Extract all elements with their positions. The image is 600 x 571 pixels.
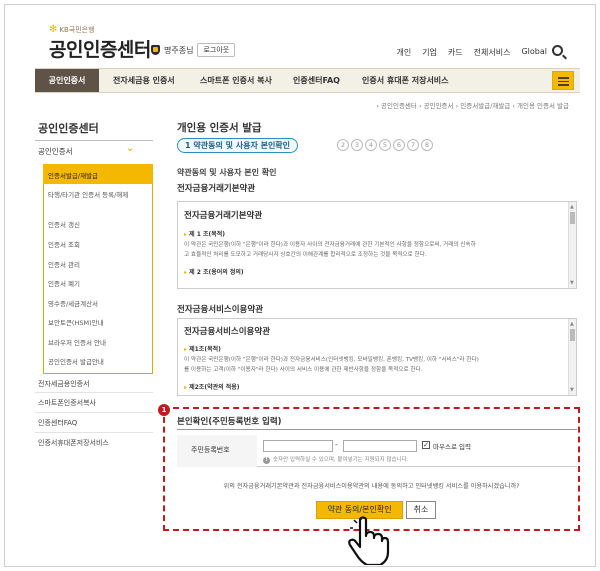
terms1-heading: 전자금융거래기본약관	[177, 184, 256, 194]
step-badge: 1	[158, 404, 170, 416]
breadcrumb: › 공인인증센터 › 공인인증서 › 인증서발급/재발급 › 개인용 인증서 발…	[376, 102, 569, 110]
step-7: 7	[407, 139, 419, 151]
nav-personal[interactable]: 개인	[396, 47, 411, 58]
scroll-thumb[interactable]	[570, 212, 575, 224]
gnb-faq[interactable]: 인증센터FAQ	[293, 69, 340, 92]
scroll-up-icon[interactable]: ▲	[570, 321, 574, 327]
divider	[35, 140, 153, 141]
rrn-hint-text: 숫자만 입력하실 수 있으며, 붙여넣기는 지원되지 않습니다.	[273, 457, 409, 463]
chevron-down-icon[interactable]: ⌄	[126, 143, 134, 154]
sidebar-item-phone-storage[interactable]: 인증서휴대폰저장서비스	[38, 438, 109, 448]
verify-title: 본인확인(주민등록번호 입력)	[177, 417, 282, 427]
step-3: 3	[351, 139, 363, 151]
step-8: 8	[421, 139, 433, 151]
rrn-label: 주민등록번호	[177, 435, 257, 467]
sidebar-item-tax[interactable]: 전자세금용인증서	[38, 379, 90, 389]
scrollbar[interactable]: ▲ ▼	[568, 319, 576, 395]
rrn-back-input[interactable]	[343, 440, 417, 452]
terms2-box-title: 전자금융서비스이용약관	[184, 327, 271, 337]
sidebar-item-certificate[interactable]: 공인인증서	[38, 146, 73, 157]
gnb-certificate[interactable]: 공인인증서	[35, 69, 99, 92]
submenu-manage[interactable]: 인증서 관리	[48, 259, 80, 269]
site-title[interactable]: 공인인증센터	[49, 35, 151, 62]
cancel-button[interactable]: 취소	[406, 501, 436, 519]
divider	[35, 432, 153, 433]
user-info: 명주종님 로그아웃	[151, 43, 236, 57]
section-heading: 약관동의 및 사용자 본인 확인	[177, 168, 277, 177]
divider	[35, 412, 153, 413]
nav-business[interactable]: 기업	[422, 47, 437, 58]
submenu-issue[interactable]: 인증서발급/재발급	[43, 164, 153, 184]
scrollbar[interactable]: ▲ ▼	[568, 202, 576, 288]
sidebar-title: 공인인증센터	[38, 122, 99, 135]
submenu-register[interactable]: 타행/타기관 인증서 등록/해제	[48, 190, 144, 201]
user-name: 명주종님	[164, 45, 194, 55]
nav-global[interactable]: Global	[521, 47, 547, 58]
step-4: 4	[365, 139, 377, 151]
scroll-thumb[interactable]	[570, 329, 575, 341]
rrn-separator: -	[335, 440, 338, 449]
terms2-text: 이 약관은 국민은행(이하 "은행"이라 한다)과 전자금융서비스(인터넷뱅킹,…	[184, 357, 479, 363]
submenu-hsm[interactable]: 보안토큰(HSM)안내	[48, 317, 104, 327]
submenu-guide[interactable]: 공인인증서 발급안내	[48, 356, 104, 366]
step-5: 5	[379, 139, 391, 151]
terms1-article1: 제 1 조(목적)	[184, 229, 225, 238]
submenu-receipt[interactable]: 영수증/세금계산서	[48, 298, 98, 308]
scroll-down-icon[interactable]: ▼	[570, 280, 574, 286]
terms2-article1: 제1조(목적)	[184, 344, 221, 353]
gnb-smartphone-copy[interactable]: 스마트폰 인증서 복사	[200, 69, 272, 92]
divider	[35, 392, 153, 393]
search-icon[interactable]	[552, 45, 563, 56]
mouse-input-checkbox[interactable]: ✓	[422, 441, 430, 449]
terms1-text: 고 효율적인 처리를 도모하고 거래당사자 상호간의 이해관계를 합리적으로 조…	[184, 252, 427, 258]
submenu-revoke[interactable]: 인증서 폐기	[48, 278, 80, 288]
terms1-text: 이 약관은 국민은행(이하 "은행"이라 한다)과 이용자 사이의 전자금융거래…	[184, 242, 476, 248]
bank-name: KB국민은행	[59, 25, 95, 34]
submenu-lookup[interactable]: 인증서 조회	[48, 239, 80, 249]
nav-all-services[interactable]: 전체서비스	[474, 47, 511, 58]
step-indicators: 2 3 4 5 6 7 8	[337, 139, 433, 151]
rrn-hint: ! 숫자만 입력하실 수 있으며, 붙여넣기는 지원되지 않습니다.	[263, 455, 408, 464]
global-nav: 공인인증서 전자세금용 인증서 스마트폰 인증서 복사 인증센터FAQ 인증서 …	[35, 68, 580, 93]
page-title: 개인용 인증서 발급	[177, 122, 262, 134]
step-current: 1 약관동의 및 사용자 본인확인	[177, 138, 299, 153]
pointer-hand-icon	[348, 515, 390, 566]
gnb-phone-storage[interactable]: 인증서 휴대폰 저장서비스	[362, 69, 449, 92]
terms1-article2: 제 2 조(용어의 정의)	[184, 267, 244, 276]
gnb-tax-certificate[interactable]: 전자세금용 인증서	[113, 69, 175, 92]
agree-text: 위의 전자금융거래기본약관과 전자금융서비스이용약관의 내용에 동의하고 인터넷…	[223, 483, 520, 490]
page-frame: ✻ KB국민은행 공인인증센터 명주종님 로그아웃 개인 기업 카드 전체서비스 …	[4, 4, 596, 567]
nav-card[interactable]: 카드	[448, 47, 463, 58]
terms2-text: 를 이용하는 고객(이하 "이용자"라 한다) 사이의 서비스 이용에 관한 제…	[184, 367, 423, 373]
divider	[177, 429, 577, 430]
step-2: 2	[337, 139, 349, 151]
terms1-box[interactable]: 전자금융거래기본약관 제 1 조(목적) 이 약관은 국민은행(이하 "은행"이…	[177, 201, 577, 289]
submenu-renew[interactable]: 인증서 갱신	[48, 219, 80, 229]
terms2-article2: 제2조(약관의 적용)	[184, 382, 239, 391]
shield-icon	[151, 45, 160, 55]
terms2-box[interactable]: 전자금융서비스이용약관 제1조(목적) 이 약관은 국민은행(이하 "은행"이라…	[177, 318, 577, 396]
star-icon: ✻	[49, 24, 58, 35]
step-6: 6	[393, 139, 405, 151]
submenu-browser[interactable]: 브라우저 인증서 안내	[48, 337, 106, 347]
mouse-input-label: 마우스로 입력	[433, 443, 471, 451]
logout-button[interactable]: 로그아웃	[197, 43, 236, 57]
scroll-up-icon[interactable]: ▲	[570, 204, 574, 210]
scroll-down-icon[interactable]: ▼	[570, 387, 574, 393]
sidebar-submenu: 인증서발급/재발급 타행/타기관 인증서 등록/해제 인증서 갱신 인증서 조회…	[43, 164, 153, 374]
info-icon: !	[263, 457, 270, 464]
top-nav: 개인 기업 카드 전체서비스 Global	[396, 47, 547, 58]
menu-icon[interactable]	[552, 71, 574, 90]
bank-logo[interactable]: ✻ KB국민은행	[49, 24, 95, 35]
rrn-front-input[interactable]	[263, 440, 333, 452]
terms2-heading: 전자금융서비스이용약관	[177, 305, 264, 315]
sidebar-item-faq[interactable]: 인증센터FAQ	[38, 418, 77, 428]
sidebar-item-smartphone[interactable]: 스마트폰인증서복사	[38, 398, 96, 408]
terms1-box-title: 전자금융거래기본약관	[184, 211, 263, 221]
